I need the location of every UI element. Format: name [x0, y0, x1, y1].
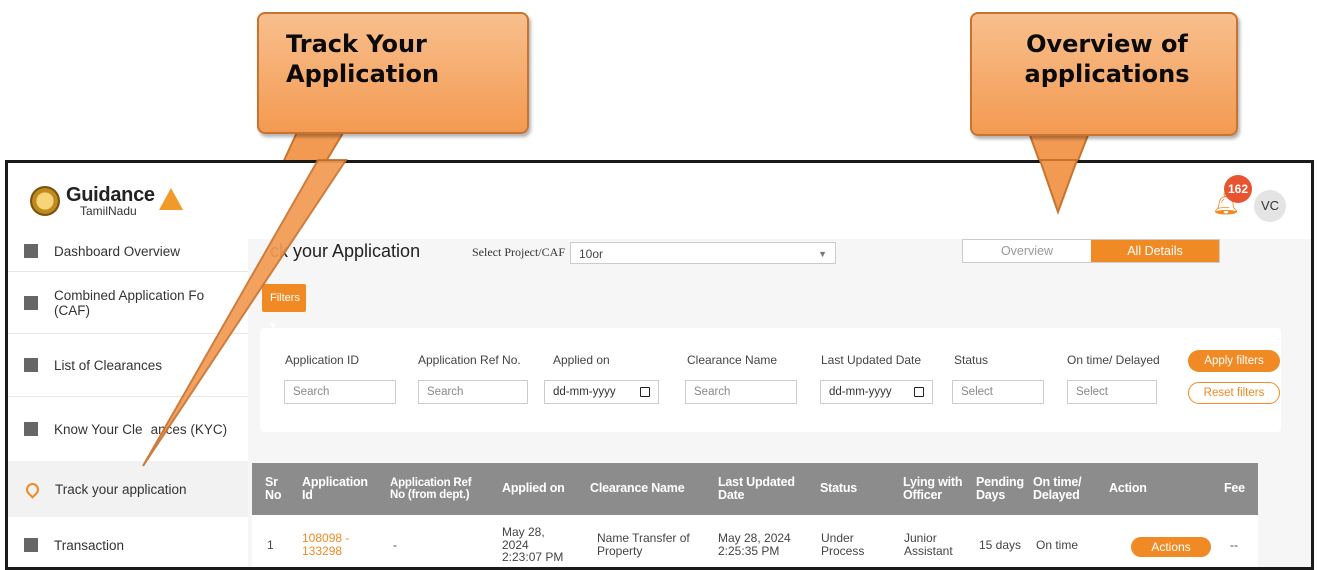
col-app-id[interactable]: Application Id: [302, 463, 368, 515]
filter-label-updated: Last Updated Date: [821, 353, 922, 367]
sidebar-item-track[interactable]: Track your application: [8, 461, 248, 517]
cell-updated: May 28, 2024 2:25:35 PM: [718, 531, 791, 558]
logo-flag-icon: [158, 188, 183, 210]
sidebar-item-clearances[interactable]: List of Clearances: [8, 334, 248, 396]
notification-badge[interactable]: 162: [1224, 175, 1252, 203]
col-clearance[interactable]: Clearance Name: [590, 463, 685, 515]
status-select[interactable]: Select: [952, 380, 1044, 404]
list-icon: [24, 358, 38, 372]
callout-line: Overview of: [1026, 30, 1188, 58]
filter-label-applied-on: Applied on: [553, 353, 610, 367]
page-title: ck your Application: [270, 241, 421, 261]
actions-button[interactable]: Actions: [1131, 537, 1211, 557]
sidebar-item-label: List of Clearances: [54, 357, 163, 373]
calendar-icon[interactable]: [914, 387, 924, 397]
col-fee[interactable]: Fee: [1224, 463, 1258, 515]
location-icon: [23, 479, 42, 499]
cell-officer: Junior Assistant: [904, 531, 953, 558]
logo-title: Guidance: [66, 184, 155, 206]
select-project-label: Select Project/CAF: [472, 245, 565, 259]
col-sr-no[interactable]: Sr No: [265, 463, 281, 515]
guidance-logo[interactable]: Guidance TamilNadu: [30, 185, 183, 217]
sidebar-item-label: Combined Application Fo: [54, 287, 205, 303]
filter-label-status: Status: [954, 353, 989, 367]
sidebar-item-label: Track your application: [55, 481, 187, 497]
sidebar-item-label: Transaction: [54, 537, 125, 553]
top-bar: Guidance TamilNadu 🔔︎ 162 VC: [8, 163, 1311, 239]
col-action[interactable]: Action: [1109, 463, 1147, 515]
cell-sr: 1: [267, 537, 274, 552]
filter-label-clearance: Clearance Name: [687, 353, 778, 367]
sidebar-item-label-2: (CAF): [54, 302, 90, 318]
cell-ref-no: -: [393, 537, 397, 552]
sidebar-item-dashboard[interactable]: Dashboard Overview: [8, 231, 248, 271]
app-screenshot: Guidance TamilNadu 🔔︎ 162 VC Dashboard O…: [5, 160, 1314, 570]
reset-filters-button[interactable]: Reset filters: [1188, 382, 1280, 404]
sidebar-item-label: Know Your Cle ances (KYC): [54, 421, 228, 437]
sidebar-item-transaction[interactable]: Transaction: [8, 517, 248, 567]
col-ref-no[interactable]: Application Ref No (from dept.): [390, 463, 472, 515]
sidebar-item-label: Dashboard Overview: [54, 243, 181, 259]
table-row: 1 108098 -133298 - May 28, 2024 2:23:07 PM…: [252, 515, 1258, 567]
cell-fee: --: [1230, 537, 1238, 552]
filter-panel: Application ID Application Ref No. Appli…: [260, 328, 1281, 432]
sidebar: Dashboard Overview Combined Application …: [8, 231, 248, 567]
app-id-search-input[interactable]: Search: [284, 380, 396, 404]
cell-status: Under Process: [821, 531, 865, 558]
callout-line: Application: [286, 60, 440, 89]
col-officer[interactable]: Lying with Officer: [903, 463, 963, 515]
cell-applied-on: May 28, 2024 2:23:07 PM: [502, 525, 564, 565]
callout-line: applications: [1024, 60, 1190, 89]
cell-ontime: On time: [1036, 537, 1079, 552]
apply-filters-button[interactable]: Apply filters: [1188, 350, 1280, 372]
col-ontime[interactable]: On time/Delayed: [1033, 463, 1082, 515]
dashboard-icon: [24, 244, 38, 258]
track-application-callout: Track Your Application: [257, 12, 529, 134]
project-select-value: 10or: [579, 247, 604, 261]
book-icon: [24, 422, 38, 436]
chevron-down-icon: ▼: [818, 249, 827, 259]
col-applied-on[interactable]: Applied on: [502, 463, 565, 515]
document-icon: [24, 295, 38, 310]
col-status[interactable]: Status: [820, 463, 857, 515]
tab-overview[interactable]: Overview: [963, 240, 1091, 262]
cell-clearance: Name Transfer of Property: [597, 531, 690, 558]
applied-on-date-input[interactable]: dd-mm-yyyy: [544, 380, 659, 404]
col-updated[interactable]: Last Updated Date: [718, 463, 795, 515]
callout-line: Track Your: [286, 30, 427, 58]
view-toggle: Overview All Details: [962, 239, 1220, 263]
cell-app-id-link[interactable]: 108098 -133298: [302, 515, 349, 567]
filters-button[interactable]: Filters ▾: [262, 284, 306, 332]
ref-no-search-input[interactable]: Search: [418, 380, 528, 404]
sidebar-item-kyc[interactable]: Know Your Cle ances (KYC): [8, 397, 248, 461]
calendar-icon[interactable]: [640, 387, 650, 397]
ontime-select[interactable]: Select: [1067, 380, 1157, 404]
cell-pending: 15 days: [979, 537, 1022, 552]
filter-label-ref-no: Application Ref No.: [418, 353, 521, 367]
filter-label-app-id: Application ID: [285, 353, 360, 367]
table-header: Sr No Application Id Application Ref No (fr…: [252, 463, 1258, 515]
transaction-icon: [24, 538, 38, 552]
logo-subtitle: TamilNadu: [80, 204, 137, 218]
col-pending[interactable]: Pending Days: [976, 463, 1024, 515]
filter-label-ontime: On time/ Delayed: [1067, 353, 1160, 367]
project-select[interactable]: 10or ▼: [570, 242, 836, 264]
updated-date-input[interactable]: dd-mm-yyyy: [820, 380, 933, 404]
clearance-search-input[interactable]: Search: [685, 380, 797, 404]
tn-emblem-icon: [30, 186, 60, 216]
avatar[interactable]: VC: [1254, 190, 1286, 222]
tab-all-details[interactable]: All Details: [1091, 240, 1219, 262]
sidebar-item-caf[interactable]: Combined Application Fo (CAF): [8, 272, 248, 333]
overview-callout: Overview of applications: [970, 12, 1238, 136]
